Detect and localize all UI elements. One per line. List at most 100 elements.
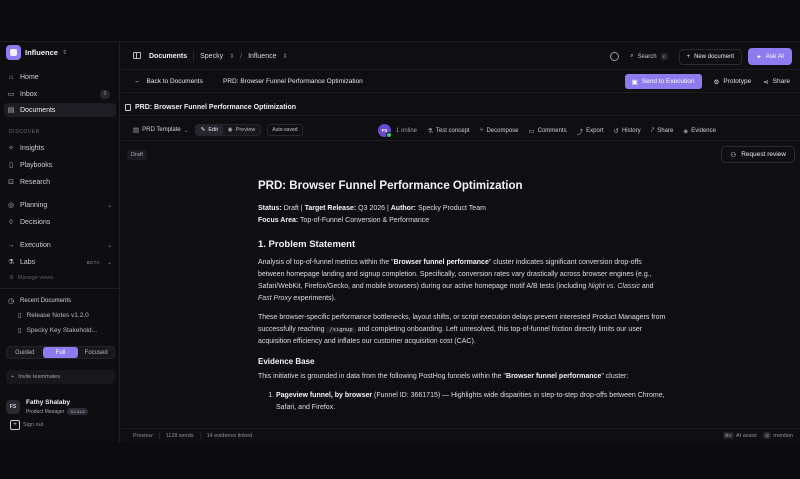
sidebar-item-research[interactable]: ⊡ Research <box>4 175 116 189</box>
sign-out-button[interactable]: + Sign out <box>10 420 43 430</box>
export-button[interactable]: ⤴ Export <box>577 126 604 136</box>
template-icon: ▤ <box>133 127 140 134</box>
sidebar-item-insights[interactable]: ✧ Insights <box>4 141 116 155</box>
text: and <box>639 283 654 290</box>
manage-views-link[interactable]: ⚙ Manage views <box>9 275 53 281</box>
execution-icon: → <box>7 241 15 249</box>
preview-tab[interactable]: ◉ Preview <box>223 125 260 135</box>
template-label: PRD Template <box>142 127 181 133</box>
new-document-label: New document <box>694 53 735 60</box>
lightbulb-icon: ✧ <box>8 145 14 152</box>
decompose-button[interactable]: ⑂ Decompose <box>480 127 519 134</box>
italic-text: Night vs. Classic <box>588 283 640 290</box>
sidebar-item-execution[interactable]: → Execution ⌄ <box>4 238 116 252</box>
breadcrumb-documents[interactable]: Documents <box>149 53 187 60</box>
back-label: Back to Documents <box>146 78 203 85</box>
sidebar-item-label: Planning <box>20 201 48 209</box>
chevron-updown-icon: ⇕ <box>229 53 235 60</box>
status-value: Draft <box>283 205 299 212</box>
recent-document-item[interactable]: ▯ Release Notes v1.2.0 <box>18 311 114 320</box>
chevron-down-icon: ⌄ <box>183 127 189 134</box>
sidebar-item-documents[interactable]: ▤ Documents <box>4 103 116 117</box>
new-document-button[interactable]: + New document <box>678 48 743 65</box>
request-review-button[interactable]: ⚇ Request review <box>721 146 795 163</box>
inline-code: /signup <box>326 327 356 333</box>
status-badge: Draft <box>127 150 147 160</box>
mode-full[interactable]: Full <box>42 347 79 358</box>
share-icon: ⤤ <box>650 126 655 134</box>
mode-switch: Guided Full Focused <box>6 346 115 359</box>
breadcrumb-influence[interactable]: Influence <box>248 53 276 60</box>
ask-ai-button[interactable]: ✦ Ask AI <box>748 48 792 65</box>
search-button[interactable]: ⌕ Search K <box>625 50 672 64</box>
user-profile[interactable]: FS Fathy Shalaby Product Manager SCALE <box>6 399 89 415</box>
edit-tab[interactable]: ✎ Edit <box>195 125 223 135</box>
sidebar-item-label: Execution <box>20 241 51 249</box>
mode-guided[interactable]: Guided <box>7 347 43 358</box>
word-count: 1128 words <box>160 432 201 439</box>
recent-documents-header[interactable]: ◷ Recent Documents <box>4 294 116 308</box>
prototype-label: Prototype <box>723 78 752 85</box>
history-icon: ↺ <box>613 127 619 135</box>
plan-badge: SCALE <box>67 408 89 415</box>
recent-document-item[interactable]: ▯ Specky Key Stakehold... <box>18 326 114 335</box>
shield-icon: ◈ <box>683 127 689 135</box>
paragraph: These browser-specific performance bottl… <box>258 312 668 348</box>
sidebar-item-labs[interactable]: ⚗ Labs BETA ⌄ <box>4 255 116 269</box>
document-title: PRD: Browser Funnel Performance Optimiza… <box>223 78 363 85</box>
sidebar-item-inbox[interactable]: ▭ Inbox 0 <box>4 87 116 101</box>
comments-button[interactable]: ▭ Comments <box>528 127 566 135</box>
avatar: FS <box>6 400 20 414</box>
sidebar-divider <box>0 288 120 289</box>
sidebar-item-home[interactable]: ⌂ Home <box>4 70 116 84</box>
back-to-documents-button[interactable]: ← Back to Documents <box>134 78 203 85</box>
collaborator-avatar[interactable]: FS <box>378 124 392 138</box>
app-window: Influence ⇕ ⌂ Home ▭ Inbox 0 ▤ Documents… <box>0 41 800 442</box>
book-icon: ▯ <box>9 162 13 169</box>
status-bar: Preview 1128 words 14 evidence linked ⌘K… <box>121 428 800 442</box>
help-icon[interactable] <box>610 52 620 61</box>
invite-teammates-button[interactable]: + Invite teammates <box>6 370 115 384</box>
toolbar-share-label: Share <box>657 127 674 134</box>
breadcrumb-separator <box>193 51 195 61</box>
inbox-count-badge: 0 <box>100 89 110 99</box>
preview-label: Preview <box>235 127 256 133</box>
subsection-heading: Evidence Base <box>258 357 315 366</box>
workspace-logo-icon <box>6 45 21 60</box>
sidebar-item-planning[interactable]: ◎ Planning ⌄ <box>4 198 116 212</box>
document-tab-bar: PRD: Browser Funnel Performance Optimiza… <box>121 102 800 116</box>
invite-label: Invite teammates <box>18 374 61 380</box>
author-value: Specky Product Team <box>417 205 486 212</box>
mode-focused[interactable]: Focused <box>78 347 114 358</box>
request-review-label: Request review <box>741 151 786 158</box>
comment-icon: ▭ <box>528 127 535 135</box>
text: experiments). <box>291 295 336 302</box>
settings-icon: ⚙ <box>9 275 14 281</box>
share-button[interactable]: ⋖ Share <box>763 78 790 86</box>
breadcrumb-specky[interactable]: Specky <box>200 53 223 60</box>
sidebar-item-playbooks[interactable]: ▯ Playbooks <box>4 158 116 172</box>
test-concept-label: Test concept <box>435 127 470 134</box>
evidence-button[interactable]: ◈ Evidence <box>683 127 716 135</box>
workspace-name: Influence <box>25 48 58 57</box>
toolbar-share-button[interactable]: ⤤ Share <box>651 127 674 135</box>
sidebar-toggle-icon[interactable] <box>133 52 141 59</box>
workspace-switcher[interactable]: Influence ⇕ <box>6 45 67 60</box>
template-dropdown[interactable]: ▤ PRD Template ⌄ <box>133 126 189 134</box>
sidebar-item-label: Playbooks <box>20 161 53 169</box>
online-count: 1 online <box>396 127 418 134</box>
sidebar-item-label: Home <box>20 73 39 81</box>
edit-label: Edit <box>208 127 218 133</box>
send-to-execution-button[interactable]: ▣ Send to Execution <box>624 74 702 89</box>
chevron-down-icon: ⌄ <box>106 202 112 209</box>
document-content[interactable]: PRD: Browser Funnel Performance Optimiza… <box>258 180 668 414</box>
history-button[interactable]: ↺ History <box>613 127 640 135</box>
view-mode-indicator: Preview <box>127 432 160 439</box>
test-concept-button[interactable]: ⚗ Test concept <box>427 127 470 135</box>
chevron-down-icon: ⌄ <box>106 242 112 249</box>
sidebar-item-decisions[interactable]: ◊ Decisions <box>4 215 116 229</box>
clock-icon: ◷ <box>7 298 15 305</box>
comments-label: Comments <box>537 127 567 134</box>
prototype-button[interactable]: ⚙ Prototype <box>714 78 752 86</box>
document-tab[interactable]: PRD: Browser Funnel Performance Optimiza… <box>125 104 296 111</box>
